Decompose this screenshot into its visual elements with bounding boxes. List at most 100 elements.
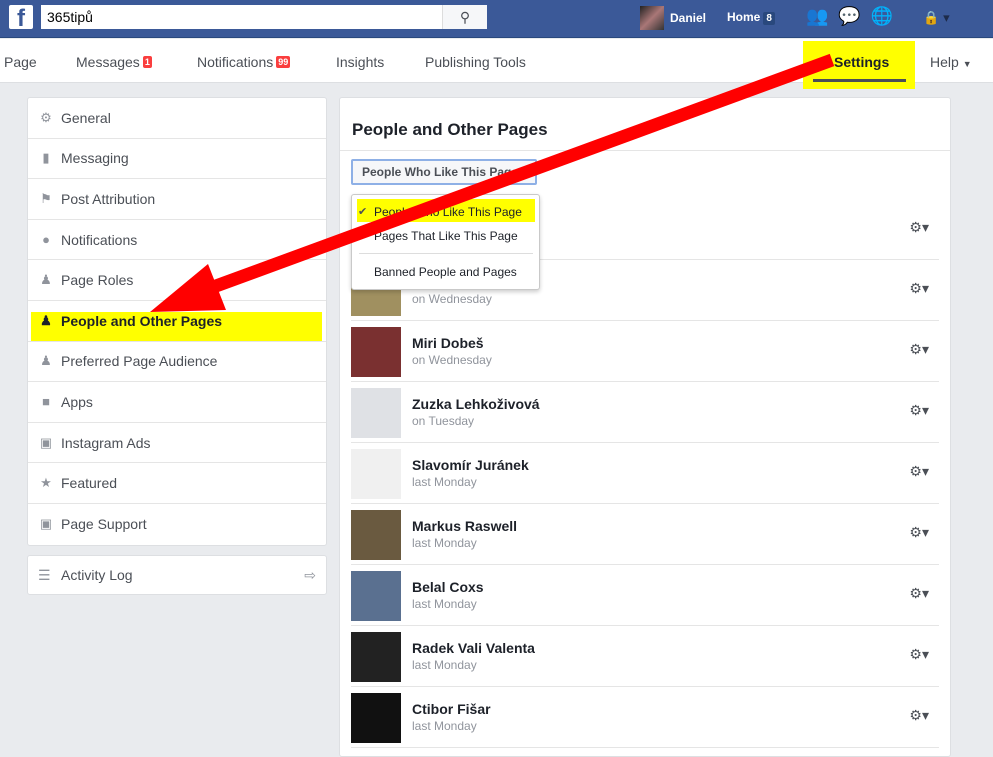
caret-down-icon: ▼ bbox=[962, 59, 972, 69]
search-box: ⚲ bbox=[41, 5, 487, 29]
sidebar-item-people-and-other-pages[interactable]: ♟ People and Other Pages bbox=[28, 301, 326, 342]
activity-log-label: Activity Log bbox=[61, 567, 133, 583]
person-row: Radek Vali Valenta last Monday ⚙▾ bbox=[351, 626, 939, 687]
sidebar-item-preferred-page-audience[interactable]: ♟ Preferred Page Audience bbox=[28, 342, 326, 383]
sidebar-item-general[interactable]: ⚙ General bbox=[28, 98, 326, 139]
page-nav: Page Messages 1 Notifications 99 Insights … bbox=[0, 39, 993, 89]
instagram-icon: ▣ bbox=[39, 434, 53, 450]
gear-menu-icon[interactable]: ⚙▾ bbox=[909, 524, 929, 541]
gear-menu-icon[interactable]: ⚙▾ bbox=[909, 585, 929, 602]
filter-menu: ✔ People Who Like This Page Pages That L… bbox=[351, 194, 540, 290]
activity-log-link[interactable]: ☰ Activity Log ⇨ bbox=[27, 555, 327, 595]
filter-dropdown[interactable]: People Who Like This Page bbox=[351, 159, 537, 185]
profile-picture[interactable] bbox=[351, 510, 401, 560]
profile-picture[interactable] bbox=[351, 632, 401, 682]
flag-icon: ⚑ bbox=[40, 190, 52, 206]
tab-messages[interactable]: Messages 1 bbox=[76, 54, 152, 70]
person-icon: ♟ bbox=[40, 272, 52, 288]
sidebar-item-label: Messaging bbox=[61, 150, 129, 167]
profile-link[interactable]: Daniel bbox=[640, 6, 706, 30]
person-name[interactable]: Radek Vali Valenta bbox=[412, 640, 535, 656]
person-name[interactable]: Belal Coxs bbox=[412, 579, 484, 595]
user-name: Daniel bbox=[670, 11, 707, 25]
gear-menu-icon[interactable]: ⚙▾ bbox=[909, 463, 929, 480]
profile-picture[interactable] bbox=[351, 693, 401, 743]
sidebar-item-label: Post Attribution bbox=[61, 190, 156, 207]
tab-insights[interactable]: Insights bbox=[336, 54, 384, 70]
gear-menu-icon[interactable]: ⚙▾ bbox=[909, 707, 929, 724]
gear-menu-icon[interactable]: ⚙▾ bbox=[909, 341, 929, 358]
active-tab-underline bbox=[813, 79, 906, 82]
gear-icon: ⚙ bbox=[40, 109, 52, 125]
menu-item-people-who-like[interactable]: People Who Like This Page bbox=[374, 205, 522, 219]
sidebar-item-messaging[interactable]: ▮ Messaging bbox=[28, 139, 326, 180]
profile-picture[interactable] bbox=[351, 571, 401, 621]
profile-picture[interactable] bbox=[351, 388, 401, 438]
profile-picture[interactable] bbox=[351, 327, 401, 377]
messages-badge: 1 bbox=[142, 56, 152, 68]
avatar bbox=[640, 6, 664, 30]
like-time: last Monday bbox=[412, 719, 477, 733]
search-input[interactable] bbox=[41, 5, 441, 29]
menu-item-pages-that-like[interactable]: Pages That Like This Page bbox=[374, 229, 518, 243]
tab-label: Notifications bbox=[197, 54, 274, 70]
tab-page[interactable]: Page bbox=[4, 54, 37, 70]
person-row: Miri Dobeš on Wednesday ⚙▾ bbox=[351, 321, 939, 382]
person-row: Ctibor Fišar last Monday ⚙▾ bbox=[351, 687, 939, 748]
list-icon: ☰ bbox=[38, 566, 51, 583]
home-label: Home bbox=[727, 10, 761, 24]
person-name[interactable]: Ctibor Fišar bbox=[412, 701, 491, 717]
globe-icon[interactable]: 🌐 bbox=[871, 6, 893, 27]
friend-requests-icon[interactable]: 👥 bbox=[806, 6, 828, 27]
person-row: Markus Raswell last Monday ⚙▾ bbox=[351, 504, 939, 565]
like-time: last Monday bbox=[412, 536, 477, 550]
person-name[interactable]: Slavomír Juránek bbox=[412, 457, 529, 473]
sidebar-item-instagram-ads[interactable]: ▣ Instagram Ads bbox=[28, 423, 326, 464]
person-name[interactable]: Markus Raswell bbox=[412, 518, 517, 534]
sidebar-item-label: Notifications bbox=[61, 231, 138, 248]
gear-menu-icon[interactable]: ⚙▾ bbox=[909, 402, 929, 419]
sidebar-item-label: Apps bbox=[61, 393, 93, 410]
facebook-logo-icon[interactable]: f bbox=[9, 5, 33, 29]
home-link[interactable]: Home 8 bbox=[727, 10, 775, 25]
menu-item-banned[interactable]: Banned People and Pages bbox=[374, 265, 517, 279]
person-name[interactable]: Zuzka Lehkoživová bbox=[412, 396, 540, 412]
sidebar-item-apps[interactable]: ■ Apps bbox=[28, 382, 326, 423]
sidebar-item-page-roles[interactable]: ♟ Page Roles bbox=[28, 260, 326, 301]
cube-icon: ■ bbox=[42, 394, 50, 410]
sidebar-item-label: Page Roles bbox=[61, 272, 134, 289]
profile-picture[interactable] bbox=[351, 449, 401, 499]
sidebar-item-label: Instagram Ads bbox=[61, 434, 151, 451]
tab-help[interactable]: Help ▼ bbox=[930, 54, 972, 70]
gear-menu-icon[interactable]: ⚙▾ bbox=[909, 646, 929, 663]
sidebar-item-label: General bbox=[61, 109, 111, 126]
sidebar-item-notifications[interactable]: ● Notifications bbox=[28, 220, 326, 261]
like-time: on Wednesday bbox=[412, 292, 492, 306]
like-time: last Monday bbox=[412, 597, 477, 611]
gear-menu-icon[interactable]: ⚙▾ bbox=[909, 280, 929, 297]
sidebar-item-page-support[interactable]: ▣ Page Support bbox=[28, 504, 326, 545]
facebook-icon: ▣ bbox=[39, 516, 53, 532]
person-name[interactable]: Miri Dobeš bbox=[412, 335, 484, 351]
person-add-icon: ♟ bbox=[40, 353, 52, 369]
gear-menu-icon[interactable]: ⚙▾ bbox=[909, 219, 929, 236]
tab-label: Messages bbox=[76, 54, 140, 70]
tab-label: Help bbox=[930, 54, 959, 70]
sidebar-item-label: People and Other Pages bbox=[61, 312, 223, 329]
settings-sidebar: ⚙ General ▮ Messaging ⚑ Post Attribution ● N… bbox=[27, 97, 327, 546]
sidebar-item-featured[interactable]: ★ Featured bbox=[28, 463, 326, 504]
globe-icon: ● bbox=[42, 232, 50, 248]
exit-icon: ⇨ bbox=[304, 566, 316, 583]
messages-icon[interactable]: 💬 bbox=[838, 6, 860, 27]
top-bar: f ⚲ Daniel Home8 👥 💬 🌐 🔒 ▾ bbox=[0, 0, 993, 38]
lock-menu-icon[interactable]: 🔒 ▾ bbox=[923, 6, 949, 27]
home-badge: 8 bbox=[763, 12, 775, 25]
tab-notifications[interactable]: Notifications 99 bbox=[197, 54, 291, 70]
like-time: on Tuesday bbox=[412, 414, 475, 428]
sidebar-item-post-attribution[interactable]: ⚑ Post Attribution bbox=[28, 179, 326, 220]
tab-settings[interactable]: Settings bbox=[834, 54, 889, 70]
chat-icon: ▮ bbox=[42, 150, 50, 166]
person-row: Zuzka Lehkoživová on Tuesday ⚙▾ bbox=[351, 382, 939, 443]
search-icon[interactable]: ⚲ bbox=[442, 5, 487, 29]
tab-publishing-tools[interactable]: Publishing Tools bbox=[425, 54, 526, 70]
